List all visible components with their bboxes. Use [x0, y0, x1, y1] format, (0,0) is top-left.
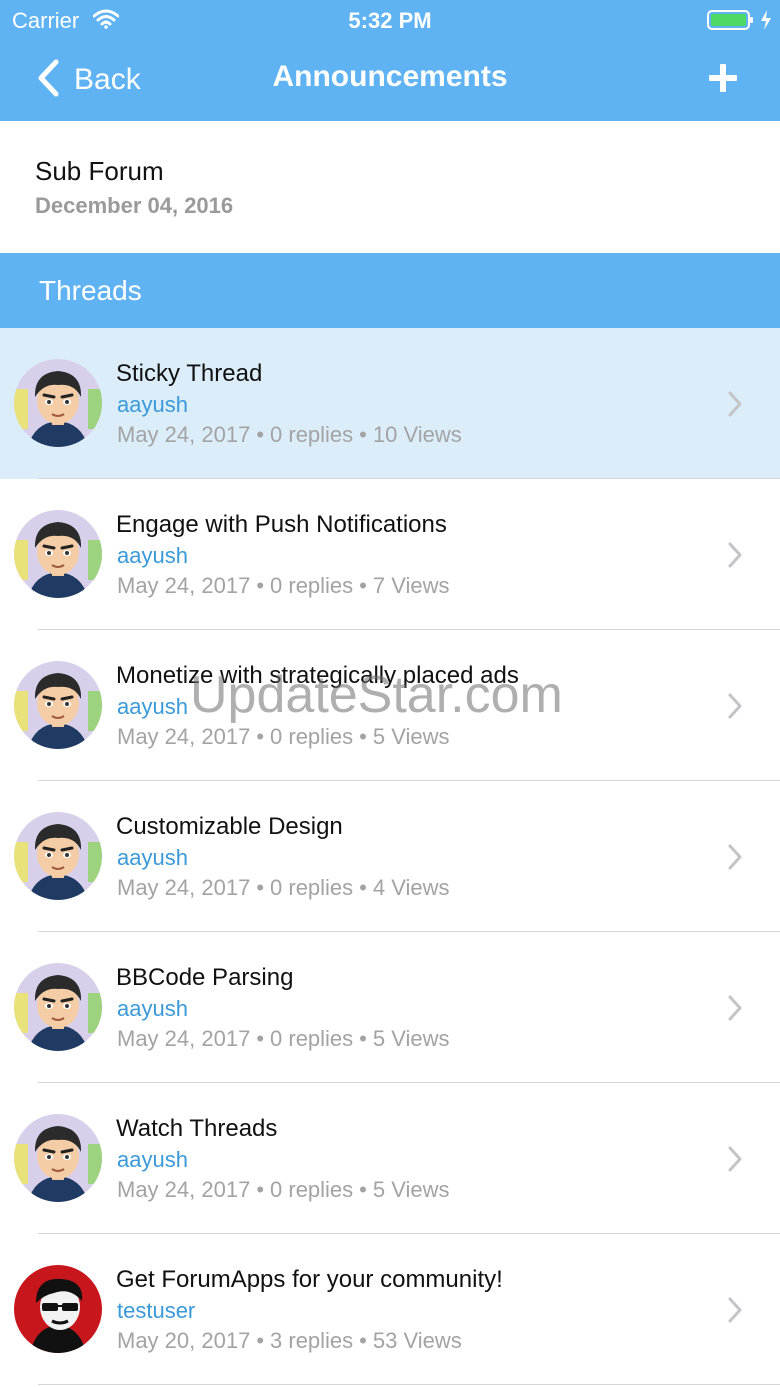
- avatar-cartoon: [14, 812, 102, 900]
- thread-meta: May 24, 2017 • 0 replies • 5 Views: [117, 1026, 450, 1052]
- thread-row[interactable]: Monetize with strategically placed ads a…: [0, 630, 780, 781]
- thread-row[interactable]: Customizable Design aayush May 24, 2017 •…: [0, 781, 780, 932]
- cartoon-avatar-art: [14, 661, 102, 749]
- thread-replies: 0 replies: [270, 422, 354, 447]
- meta-separator: •: [256, 573, 265, 598]
- top-bar: Carrier 5:32 PM Back Announcements: [0, 0, 780, 121]
- thread-views: 10 Views: [372, 422, 462, 447]
- meta-separator: •: [256, 724, 265, 749]
- charging-icon: [760, 9, 772, 36]
- battery-icon: [707, 9, 755, 36]
- chevron-right-icon: [726, 1145, 744, 1178]
- thread-views: 5 Views: [372, 724, 450, 749]
- chevron-right-icon: [726, 843, 744, 876]
- thread-replies: 0 replies: [270, 1177, 354, 1202]
- thread-author[interactable]: aayush: [117, 392, 188, 418]
- page-title: Announcements: [272, 60, 508, 93]
- chevron-right-icon: [726, 541, 744, 574]
- thread-date: May 24, 2017: [117, 1177, 251, 1202]
- section-title: Threads: [39, 275, 142, 306]
- meta-separator: •: [256, 1026, 265, 1051]
- thread-meta: May 20, 2017 • 3 replies • 53 Views: [117, 1328, 462, 1354]
- cartoon-avatar-art: [14, 359, 102, 447]
- thread-title: Monetize with strategically placed ads: [116, 662, 519, 689]
- meta-separator: •: [359, 1328, 367, 1353]
- avatar-cartoon: [14, 661, 102, 749]
- thread-meta: May 24, 2017 • 0 replies • 10 Views: [117, 422, 462, 448]
- meta-separator: •: [359, 724, 367, 749]
- thread-author[interactable]: testuser: [117, 1298, 195, 1324]
- meta-separator: •: [256, 1177, 265, 1202]
- meta-separator: •: [359, 875, 367, 900]
- thread-author[interactable]: aayush: [117, 996, 188, 1022]
- thread-row[interactable]: BBCode Parsing aayush May 24, 2017 • 0 rep…: [0, 932, 780, 1083]
- thread-title: BBCode Parsing: [116, 964, 294, 991]
- chevron-right-icon: [726, 994, 744, 1027]
- thread-meta: May 24, 2017 • 0 replies • 4 Views: [117, 875, 450, 901]
- thread-title: Engage with Push Notifications: [116, 511, 447, 538]
- thread-author[interactable]: aayush: [117, 1147, 188, 1173]
- thread-date: May 24, 2017: [117, 422, 251, 447]
- thread-title: Customizable Design: [116, 813, 343, 840]
- subforum-card: Sub Forum December 04, 2016: [0, 121, 780, 253]
- cartoon-avatar-art: [14, 963, 102, 1051]
- thread-replies: 0 replies: [270, 724, 354, 749]
- thread-row[interactable]: Watch Threads aayush May 24, 2017 • 0 repl…: [0, 1083, 780, 1234]
- thread-views: 53 Views: [372, 1328, 462, 1353]
- thread-title: Sticky Thread: [116, 360, 263, 387]
- plus-icon[interactable]: [708, 63, 738, 98]
- chevron-right-icon: [726, 1296, 744, 1329]
- thread-meta: May 24, 2017 • 0 replies • 5 Views: [117, 1177, 450, 1203]
- avatar-cartoon: [14, 1114, 102, 1202]
- thread-meta: May 24, 2017 • 0 replies • 7 Views: [117, 573, 450, 599]
- meta-separator: •: [359, 1177, 367, 1202]
- cartoon-avatar-art: [14, 510, 102, 598]
- thread-replies: 0 replies: [270, 1026, 354, 1051]
- thread-author[interactable]: aayush: [117, 845, 188, 871]
- thread-meta: May 24, 2017 • 0 replies • 5 Views: [117, 724, 450, 750]
- thread-views: 4 Views: [372, 875, 450, 900]
- cartoon-avatar-art: [14, 812, 102, 900]
- subforum-date: December 04, 2016: [35, 193, 234, 218]
- thread-replies: 0 replies: [270, 573, 354, 598]
- avatar-cartoon: [14, 510, 102, 598]
- thread-date: May 24, 2017: [117, 875, 251, 900]
- thread-views: 7 Views: [372, 573, 450, 598]
- thread-date: May 24, 2017: [117, 1026, 251, 1051]
- meta-separator: •: [256, 1328, 265, 1353]
- red-sunglasses-avatar-art: [14, 1265, 102, 1353]
- thread-row[interactable]: Engage with Push Notifications aayush Ma…: [0, 479, 780, 630]
- subforum-title: Sub Forum: [35, 156, 164, 186]
- chevron-right-icon: [726, 390, 744, 423]
- chevron-right-icon: [726, 692, 744, 725]
- meta-separator: •: [359, 573, 367, 598]
- avatar-cartoon: [14, 359, 102, 447]
- thread-row[interactable]: Sticky Thread aayush May 24, 2017 • 0 repl…: [0, 328, 780, 479]
- thread-list: Sticky Thread aayush May 24, 2017 • 0 repl…: [0, 328, 780, 1385]
- cartoon-avatar-art: [14, 1114, 102, 1202]
- meta-separator: •: [256, 875, 265, 900]
- status-time: 5:32 PM: [348, 8, 432, 33]
- thread-title: Get ForumApps for your community!: [116, 1266, 503, 1293]
- meta-separator: •: [359, 422, 367, 447]
- avatar-red-sunglasses: [14, 1265, 102, 1353]
- avatar-cartoon: [14, 963, 102, 1051]
- thread-author[interactable]: aayush: [117, 543, 188, 569]
- thread-author[interactable]: aayush: [117, 694, 188, 720]
- thread-replies: 3 replies: [270, 1328, 354, 1353]
- thread-title: Watch Threads: [116, 1115, 278, 1142]
- meta-separator: •: [256, 422, 265, 447]
- thread-date: May 20, 2017: [117, 1328, 251, 1353]
- thread-row[interactable]: Get ForumApps for your community! testus…: [0, 1234, 780, 1385]
- threads-section-header: Threads: [0, 253, 780, 328]
- thread-views: 5 Views: [372, 1026, 450, 1051]
- thread-replies: 0 replies: [270, 875, 354, 900]
- thread-views: 5 Views: [372, 1177, 450, 1202]
- thread-date: May 24, 2017: [117, 724, 251, 749]
- thread-date: May 24, 2017: [117, 573, 251, 598]
- meta-separator: •: [359, 1026, 367, 1051]
